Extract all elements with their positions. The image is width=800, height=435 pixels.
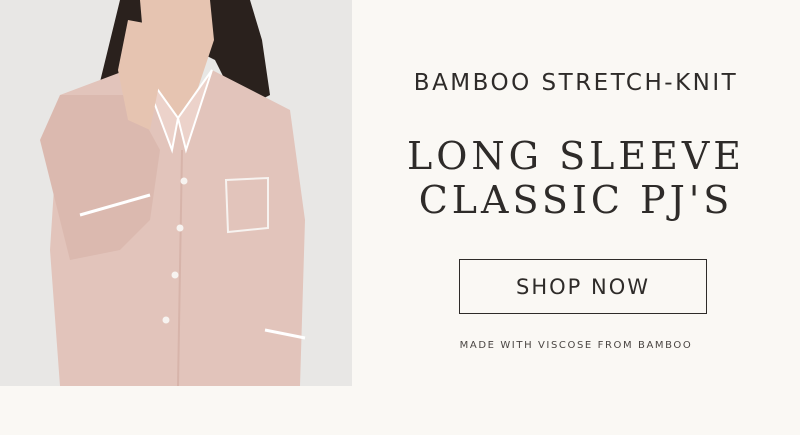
subheading: BAMBOO STRETCH-KNIT: [413, 70, 739, 96]
promo-panel: BAMBOO STRETCH-KNIT LONG SLEEVE CLASSIC …: [352, 0, 800, 386]
title-line-1: LONG SLEEVE: [407, 134, 745, 178]
product-title: LONG SLEEVE CLASSIC PJ'S: [352, 134, 800, 222]
product-photo[interactable]: [0, 0, 352, 386]
model-illustration: [0, 0, 352, 386]
material-note: MADE WITH VISCOSE FROM BAMBOO: [459, 340, 693, 351]
shop-now-button[interactable]: SHOP NOW: [459, 259, 707, 314]
title-line-2: CLASSIC PJ'S: [418, 178, 734, 222]
